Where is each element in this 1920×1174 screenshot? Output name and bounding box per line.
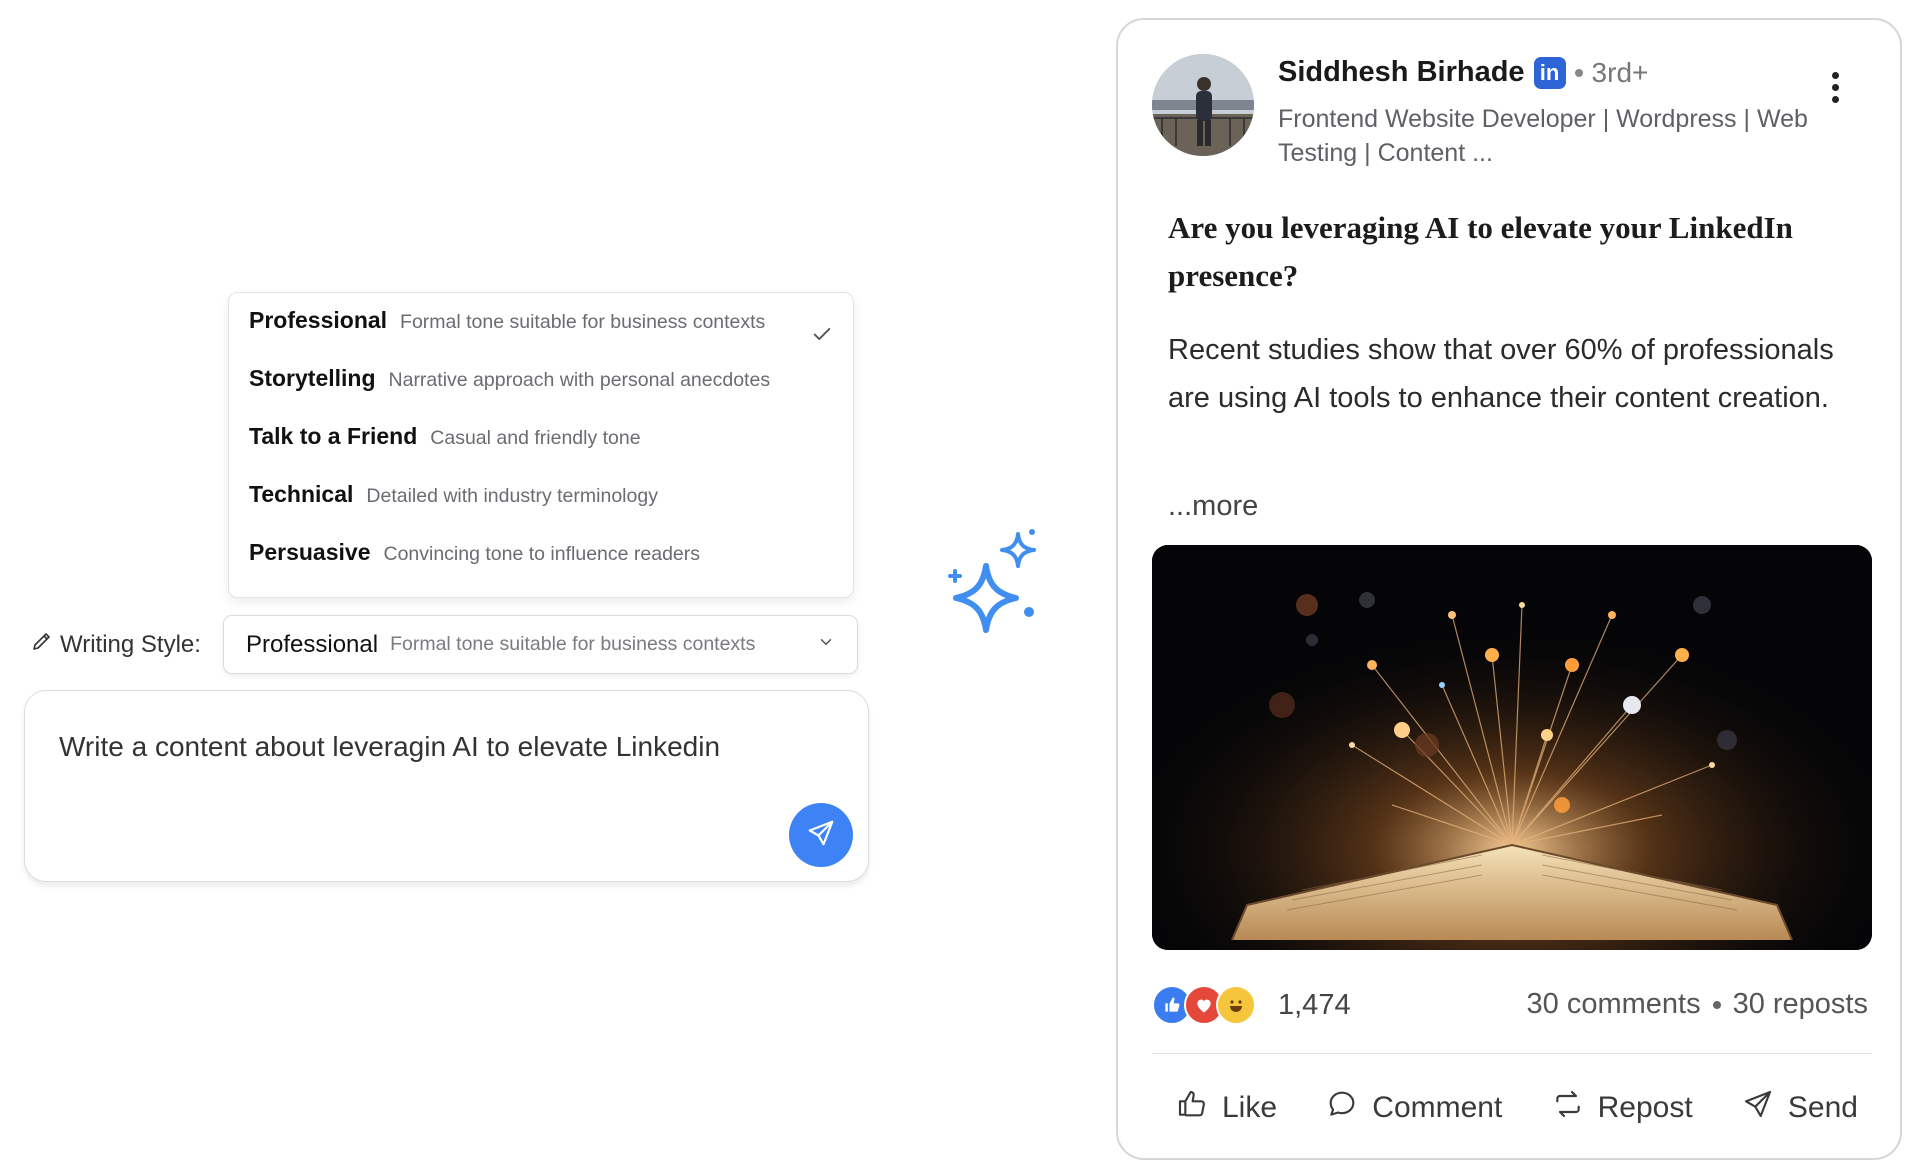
writing-style-label: Writing Style: — [30, 629, 201, 660]
laugh-reaction-icon — [1216, 985, 1256, 1025]
option-description: Convincing tone to influence readers — [383, 543, 701, 565]
writing-style-row: Writing Style: Professional Formal tone … — [30, 615, 858, 675]
style-option-persuasive[interactable]: Persuasive Convincing tone to influence … — [229, 539, 853, 597]
option-label: Professional — [249, 307, 388, 333]
engagement-stats: 30 comments 30 reposts — [1527, 988, 1869, 1021]
repost-button[interactable]: Repost — [1552, 1088, 1693, 1128]
post-body: Recent studies show that over 60% of pro… — [1168, 334, 1834, 414]
separator-dot — [1574, 68, 1583, 77]
like-button[interactable]: Like — [1176, 1088, 1277, 1128]
pencil-icon — [30, 629, 60, 660]
ai-sparkle-icon — [946, 528, 1042, 643]
connection-degree: 3rd+ — [1591, 56, 1649, 88]
author-name[interactable]: Siddhesh Birhade — [1278, 56, 1525, 89]
chevron-down-icon — [817, 633, 835, 656]
comment-icon — [1326, 1088, 1372, 1128]
reposts-count[interactable]: 30 reposts — [1733, 988, 1868, 1021]
option-description: Casual and friendly tone — [430, 427, 641, 449]
reactions-summary[interactable]: 1,474 — [1152, 985, 1351, 1025]
style-option-technical[interactable]: Technical Detailed with industry termino… — [229, 481, 853, 539]
author-avatar[interactable] — [1152, 54, 1254, 156]
writing-style-label-text: Writing Style: — [60, 630, 201, 658]
send-icon — [1742, 1088, 1788, 1128]
more-options-icon[interactable] — [1823, 72, 1847, 120]
thumbs-up-icon — [1176, 1088, 1222, 1128]
option-label: Storytelling — [249, 365, 376, 391]
post-title: Are you leveraging AI to elevate your Li… — [1168, 210, 1793, 293]
linkedin-post-card: Siddhesh Birhade in 3rd+ Frontend Websit… — [1116, 18, 1902, 1160]
selected-style-description: Formal tone suitable for business contex… — [390, 633, 756, 655]
selected-style-label: Professional — [246, 630, 379, 658]
comment-label: Comment — [1372, 1091, 1503, 1124]
author-headline: Frontend Website Developer | Wordpress |… — [1278, 105, 1808, 167]
comments-count[interactable]: 30 comments — [1527, 988, 1701, 1021]
divider — [1152, 1053, 1872, 1054]
style-option-storytelling[interactable]: Storytelling Narrative approach with per… — [229, 365, 853, 423]
repost-label: Repost — [1597, 1091, 1693, 1124]
checkmark-icon — [811, 323, 833, 350]
post-actions: Like Comment Repost Send — [1152, 1068, 1872, 1148]
option-description: Formal tone suitable for business contex… — [400, 311, 766, 333]
separator-dot — [1712, 1000, 1721, 1009]
send-button[interactable]: Send — [1742, 1088, 1858, 1128]
see-more-link[interactable]: ...more — [1168, 490, 1258, 523]
repost-icon — [1552, 1088, 1598, 1128]
writing-style-dropdown-menu: Professional Formal tone suitable for bu… — [228, 292, 854, 598]
writing-style-select[interactable]: Professional Formal tone suitable for bu… — [223, 615, 858, 674]
linkedin-icon: in — [1533, 56, 1566, 89]
style-option-professional[interactable]: Professional Formal tone suitable for bu… — [229, 307, 853, 365]
style-option-talk-to-a-friend[interactable]: Talk to a Friend Casual and friendly ton… — [229, 423, 853, 481]
option-label: Talk to a Friend — [249, 423, 418, 449]
post-image[interactable] — [1152, 545, 1872, 950]
send-icon — [806, 818, 836, 853]
send-label: Send — [1787, 1091, 1858, 1124]
like-label: Like — [1222, 1091, 1278, 1124]
option-label: Persuasive — [249, 539, 371, 565]
send-prompt-button[interactable] — [789, 803, 853, 867]
comment-button[interactable]: Comment — [1326, 1088, 1502, 1128]
option-description: Narrative approach with personal anecdot… — [388, 369, 771, 391]
reaction-count: 1,474 — [1278, 988, 1351, 1021]
prompt-input-box[interactable]: Write a content about leveragin AI to el… — [24, 690, 869, 882]
option-description: Detailed with industry terminology — [366, 485, 658, 507]
prompt-text[interactable]: Write a content about leveragin AI to el… — [59, 731, 720, 763]
author-line: Siddhesh Birhade in 3rd+ — [1278, 56, 1648, 89]
option-label: Technical — [249, 481, 354, 507]
